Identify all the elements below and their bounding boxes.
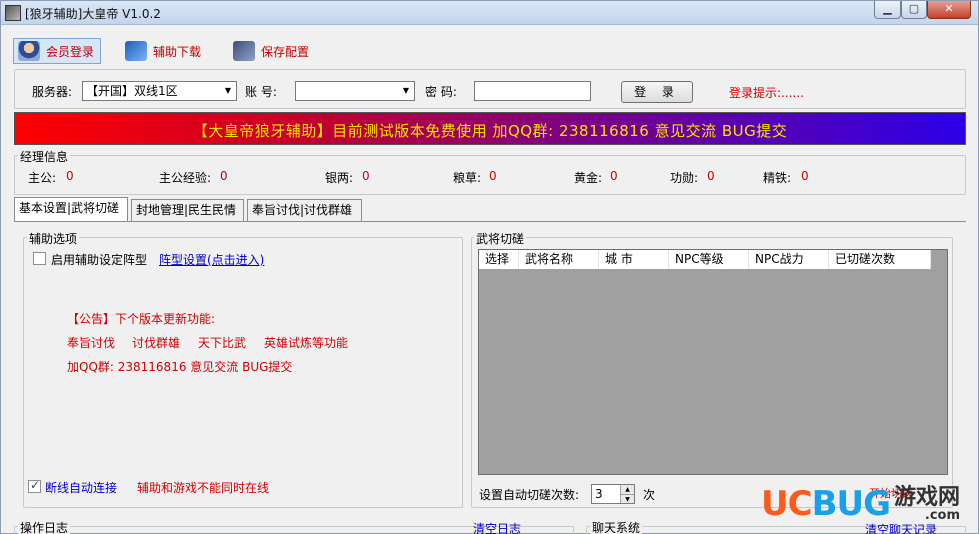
auto-spar-count-stepper[interactable]: 3 ▲ ▼	[591, 484, 635, 504]
info-value-lord: 0	[66, 169, 74, 183]
account-label: 账 号:	[245, 85, 277, 99]
download-label: 辅助下载	[153, 44, 202, 59]
info-value-grain: 0	[489, 169, 497, 183]
column-header[interactable]: NPC等级	[669, 250, 749, 269]
log-title: 操作日志	[18, 519, 71, 534]
app-icon	[5, 5, 21, 21]
info-value-gold: 0	[610, 169, 618, 183]
feature-2: 讨伐群雄	[132, 336, 181, 350]
maximize-button[interactable]: ▢	[901, 1, 927, 19]
feature-4: 英雄试炼等功能	[264, 336, 349, 350]
server-select[interactable]: 【开国】双线1区 ▼	[82, 81, 237, 101]
save-config-button[interactable]: 保存配置	[229, 38, 321, 64]
formation-settings-link[interactable]: 阵型设置(点击进入)	[159, 251, 264, 268]
tab-fief-management[interactable]: 封地管理|民生民情	[131, 199, 244, 221]
info-label-silver: 银两:	[325, 171, 354, 185]
notice-title: 【公告】下个版本更新功能:	[67, 312, 216, 326]
spin-down-icon[interactable]: ▼	[620, 494, 634, 503]
member-login-button[interactable]: 会员登录	[13, 38, 101, 64]
minimize-button[interactable]: ▁	[874, 1, 901, 19]
column-header[interactable]: 城 市	[599, 250, 669, 269]
info-label-lord: 主公:	[28, 171, 57, 185]
auto-reconnect-label: 断线自动连接	[45, 481, 118, 495]
login-hint: 登录提示:......	[729, 86, 804, 100]
info-value-merit: 0	[707, 169, 715, 183]
auto-spar-unit: 次	[643, 488, 656, 502]
info-label-gold: 黄金:	[574, 171, 603, 185]
watermark-uc: UC	[761, 484, 813, 524]
column-header[interactable]: NPC战力	[749, 250, 829, 269]
column-header[interactable]: 选择	[479, 250, 519, 269]
info-label-grain: 粮草:	[453, 171, 482, 185]
download-icon	[125, 41, 147, 61]
clear-log-link[interactable]: 清空日志	[473, 520, 521, 534]
account-select[interactable]: ▼	[295, 81, 415, 101]
chat-title: 聊天系统	[590, 519, 643, 534]
assist-options-title: 辅助选项	[27, 230, 80, 247]
feature-3: 天下比武	[198, 336, 247, 350]
watermark-domain: .com	[924, 507, 961, 523]
password-label: 密 码:	[425, 85, 457, 99]
info-label-merit: 功勋:	[670, 171, 699, 185]
spar-table[interactable]: 选择 武将名称 城 市 NPC等级 NPC战力 已切磋次数	[478, 249, 948, 475]
member-icon	[18, 41, 40, 61]
watermark-cn: 游戏网	[894, 484, 961, 510]
login-button[interactable]: 登 录	[621, 81, 693, 103]
auto-spar-count-value: 3	[595, 487, 603, 501]
spin-up-icon[interactable]: ▲	[620, 485, 634, 494]
save-icon	[233, 41, 255, 61]
chevron-down-icon: ▼	[402, 86, 410, 95]
column-header[interactable]: 武将名称	[519, 250, 599, 269]
watermark-bug: BUG	[811, 484, 891, 524]
enable-formation-label: 启用辅助设定阵型	[51, 253, 148, 267]
save-config-label: 保存配置	[261, 44, 310, 59]
password-field[interactable]	[474, 81, 591, 101]
enable-formation-checkbox[interactable]	[33, 252, 46, 265]
auto-spar-label: 设置自动切磋次数:	[479, 488, 580, 502]
spar-title: 武将切磋	[474, 230, 527, 247]
server-label: 服务器:	[32, 85, 73, 99]
window-title: [狼牙辅助]大皇帝 V1.0.2	[25, 7, 161, 21]
tab-basic-settings[interactable]: 基本设置|武将切磋	[14, 197, 128, 221]
close-button[interactable]: ✕	[927, 1, 971, 19]
tab-crusade[interactable]: 奉旨讨伐|讨伐群雄	[247, 199, 362, 221]
download-button[interactable]: 辅助下载	[121, 38, 213, 64]
info-value-exp: 0	[220, 169, 228, 183]
spar-table-header: 选择 武将名称 城 市 NPC等级 NPC战力 已切磋次数	[479, 250, 931, 269]
offline-warning: 辅助和游戏不能同时在线	[137, 481, 270, 495]
feature-1: 奉旨讨伐	[67, 336, 116, 350]
title-bar[interactable]: [狼牙辅助]大皇帝 V1.0.2	[1, 1, 978, 25]
info-label-iron: 精铁:	[763, 171, 792, 185]
info-value-iron: 0	[801, 169, 809, 183]
manager-info-title: 经理信息	[18, 148, 71, 165]
app-window: [狼牙辅助]大皇帝 V1.0.2 ▁ ▢ ✕ 会员登录 辅助下载 保存配置 服务…	[0, 0, 979, 534]
member-login-label: 会员登录	[46, 44, 95, 59]
info-value-silver: 0	[362, 169, 370, 183]
info-label-exp: 主公经验:	[159, 171, 212, 185]
auto-reconnect-checkbox[interactable]	[28, 478, 41, 493]
qq-group-line: 加QQ群: 238116816 意见交流 BUG提交	[67, 360, 293, 374]
watermark-logo: UCBUG 游戏网 .com	[761, 479, 960, 529]
server-value: 【开国】双线1区	[86, 84, 178, 98]
chevron-down-icon: ▼	[224, 86, 232, 95]
column-header[interactable]: 已切磋次数	[829, 250, 931, 269]
banner-text: 【大皇帝狼牙辅助】目前测试版本免费使用 加QQ群: 238116816 意见交流…	[192, 122, 788, 140]
promo-banner: 【大皇帝狼牙辅助】目前测试版本免费使用 加QQ群: 238116816 意见交流…	[14, 112, 966, 145]
